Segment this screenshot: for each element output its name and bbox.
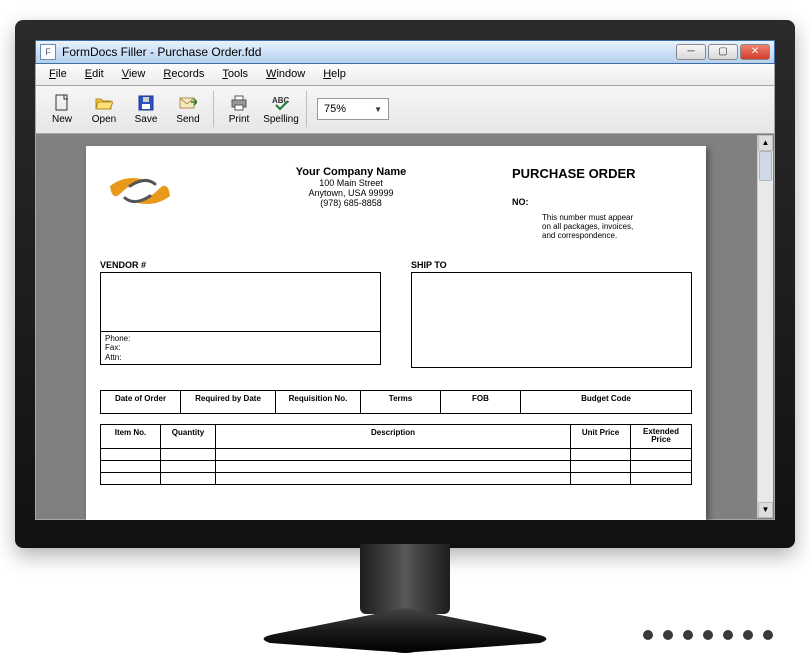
monitor-btn <box>683 630 693 640</box>
open-icon <box>95 94 113 112</box>
close-button[interactable]: ✕ <box>740 44 770 60</box>
monitor-btn <box>663 630 673 640</box>
vendor-box[interactable] <box>100 272 381 332</box>
toolbar: New Open Save Send Print <box>35 86 775 134</box>
vertical-scrollbar[interactable]: ▲ ▼ <box>757 135 773 518</box>
monitor-btn <box>743 630 753 640</box>
items-header: Item No. Quantity Description Unit Price… <box>100 424 692 450</box>
item-row[interactable] <box>100 449 692 461</box>
menu-window[interactable]: Window <box>259 66 312 82</box>
menu-file[interactable]: File <box>42 66 74 82</box>
print-button[interactable]: Print <box>219 88 259 130</box>
zoom-value: 75% <box>324 103 346 115</box>
scroll-down-icon[interactable]: ▼ <box>758 502 773 518</box>
app-icon: F <box>40 44 56 60</box>
menu-edit[interactable]: Edit <box>78 66 111 82</box>
print-icon <box>230 94 248 112</box>
maximize-button[interactable]: ▢ <box>708 44 738 60</box>
send-button[interactable]: Send <box>168 88 208 130</box>
monitor-btn <box>763 630 773 640</box>
save-icon <box>137 94 155 112</box>
company-name: Your Company Name <box>190 166 512 178</box>
minimize-button[interactable]: ─ <box>676 44 706 60</box>
order-info-header: Date of Order Required by Date Requisiti… <box>100 390 692 414</box>
toolbar-separator <box>213 91 214 127</box>
monitor-frame: F FormDocs Filler - Purchase Order.fdd ─… <box>15 20 795 648</box>
company-phone: (978) 685-8858 <box>190 198 512 208</box>
menu-help[interactable]: Help <box>316 66 353 82</box>
company-block: Your Company Name 100 Main Street Anytow… <box>190 166 512 240</box>
scroll-thumb[interactable] <box>759 151 772 181</box>
po-note: This number must appear on all packages,… <box>542 213 692 240</box>
monitor-stand-neck <box>360 544 450 614</box>
menu-view[interactable]: View <box>115 66 153 82</box>
new-button[interactable]: New <box>42 88 82 130</box>
bezel: F FormDocs Filler - Purchase Order.fdd ─… <box>15 20 795 548</box>
menu-records[interactable]: Records <box>156 66 211 82</box>
po-no-label: NO: <box>512 197 692 207</box>
vendor-label: VENDOR # <box>100 260 381 270</box>
spelling-button[interactable]: ABC Spelling <box>261 88 301 130</box>
company-street: 100 Main Street <box>190 178 512 188</box>
shipto-box[interactable] <box>411 272 692 368</box>
shipto-label: SHIP TO <box>411 260 692 270</box>
new-icon <box>53 94 71 112</box>
menubar: File Edit View Records Tools Window Help <box>35 64 775 86</box>
zoom-select[interactable]: 75% ▼ <box>317 98 389 120</box>
window-title: FormDocs Filler - Purchase Order.fdd <box>62 45 261 59</box>
item-row[interactable] <box>100 473 692 485</box>
shipto-section: SHIP TO <box>411 260 692 368</box>
monitor-btn <box>723 630 733 640</box>
workspace: Your Company Name 100 Main Street Anytow… <box>35 134 775 520</box>
menu-tools[interactable]: Tools <box>215 66 255 82</box>
document[interactable]: Your Company Name 100 Main Street Anytow… <box>86 146 706 520</box>
chevron-down-icon: ▼ <box>374 105 382 114</box>
titlebar: F FormDocs Filler - Purchase Order.fdd ─… <box>35 40 775 64</box>
scroll-up-icon[interactable]: ▲ <box>758 135 773 151</box>
item-row[interactable] <box>100 461 692 473</box>
toolbar-separator <box>306 91 307 127</box>
monitor-buttons <box>643 630 773 640</box>
po-title: PURCHASE ORDER <box>512 166 692 181</box>
monitor-stand-base <box>255 608 555 648</box>
po-header: PURCHASE ORDER NO: This number must appe… <box>512 166 692 240</box>
svg-text:ABC: ABC <box>272 96 290 105</box>
spelling-icon: ABC <box>272 94 290 112</box>
open-button[interactable]: Open <box>84 88 124 130</box>
vendor-contact[interactable]: Phone: Fax: Attn: <box>100 332 381 366</box>
monitor-btn <box>703 630 713 640</box>
company-city: Anytown, USA 99999 <box>190 188 512 198</box>
vendor-section: VENDOR # Phone: Fax: Attn: <box>100 260 381 368</box>
save-button[interactable]: Save <box>126 88 166 130</box>
monitor-btn <box>643 630 653 640</box>
window-controls: ─ ▢ ✕ <box>676 44 770 60</box>
screen: F FormDocs Filler - Purchase Order.fdd ─… <box>35 40 775 520</box>
company-logo <box>100 166 190 240</box>
send-icon <box>179 94 197 112</box>
